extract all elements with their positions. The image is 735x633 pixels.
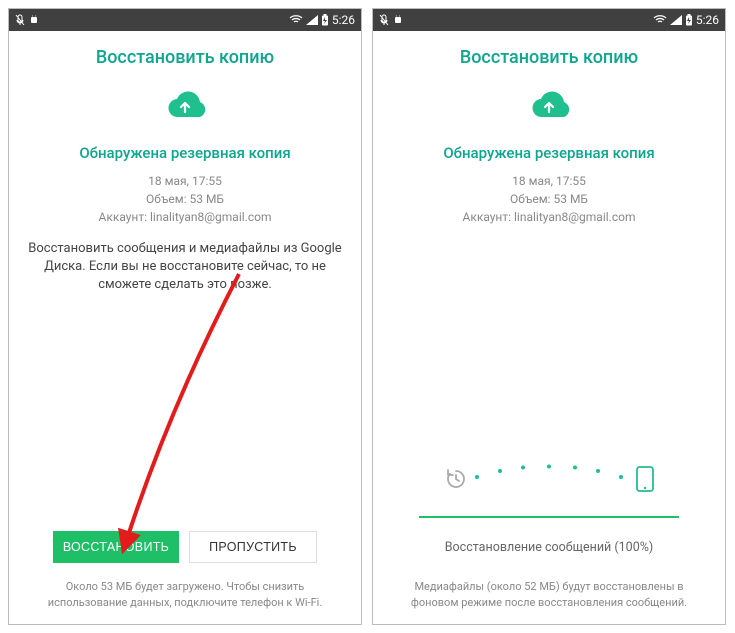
cloud-upload-icon bbox=[524, 88, 574, 126]
backup-meta: 18 мая, 17:55 Объем: 53 МБ Аккаунт: lina… bbox=[463, 172, 636, 226]
backup-found-label: Обнаружена резервная копия bbox=[79, 144, 290, 162]
footer-note: Медиафайлы (около 52 МБ) будут восстанов… bbox=[391, 579, 707, 610]
wifi-icon bbox=[289, 15, 303, 25]
status-bar: 5:26 bbox=[9, 9, 361, 31]
status-bar: 5:26 bbox=[373, 9, 725, 31]
battery-icon bbox=[685, 14, 693, 26]
footer-note: Около 53 МБ будет загружено. Чтобы снизи… bbox=[27, 579, 343, 610]
transfer-dots-icon bbox=[472, 462, 626, 482]
backup-account: Аккаунт: linalityan8@gmail.com bbox=[463, 208, 636, 226]
backup-size: Объем: 53 МБ bbox=[99, 190, 272, 208]
backup-date: 18 мая, 17:55 bbox=[463, 172, 636, 190]
phone-device-icon bbox=[636, 466, 654, 496]
page-title: Восстановить копию bbox=[96, 47, 274, 68]
status-time: 5:26 bbox=[696, 13, 719, 27]
status-time: 5:26 bbox=[332, 13, 355, 27]
skip-button[interactable]: ПРОПУСТИТЬ bbox=[189, 531, 317, 563]
restore-description: Восстановить сообщения и медиафайлы из G… bbox=[27, 240, 343, 295]
backup-meta: 18 мая, 17:55 Объем: 53 МБ Аккаунт: lina… bbox=[99, 172, 272, 226]
transfer-graphic bbox=[444, 466, 654, 496]
restore-button[interactable]: ВОССТАНОВИТЬ bbox=[53, 531, 179, 563]
backup-account: Аккаунт: linalityan8@gmail.com bbox=[99, 208, 272, 226]
mic-mute-icon bbox=[15, 14, 25, 26]
signal-icon bbox=[306, 15, 318, 25]
progress-bar bbox=[419, 516, 679, 518]
history-clock-icon bbox=[444, 467, 468, 495]
mic-mute-icon bbox=[379, 14, 389, 26]
backup-size: Объем: 53 МБ bbox=[463, 190, 636, 208]
phone-screen-left: 5:26 Восстановить копию Обнаружена резер… bbox=[8, 8, 362, 625]
wifi-icon bbox=[653, 15, 667, 25]
phone-screen-right: 5:26 Восстановить копию Обнаружена резер… bbox=[372, 8, 726, 625]
android-icon bbox=[29, 14, 39, 26]
action-buttons: ВОССТАНОВИТЬ ПРОПУСТИТЬ bbox=[27, 531, 343, 563]
signal-icon bbox=[670, 15, 682, 25]
battery-icon bbox=[321, 14, 329, 26]
cloud-upload-icon bbox=[160, 88, 210, 126]
progress-text: Восстановление сообщений (100%) bbox=[445, 540, 653, 555]
progress-bar-fill bbox=[419, 516, 679, 518]
backup-date: 18 мая, 17:55 bbox=[99, 172, 272, 190]
backup-found-label: Обнаружена резервная копия bbox=[443, 144, 654, 162]
page-title: Восстановить копию bbox=[460, 47, 638, 68]
android-icon bbox=[393, 14, 403, 26]
